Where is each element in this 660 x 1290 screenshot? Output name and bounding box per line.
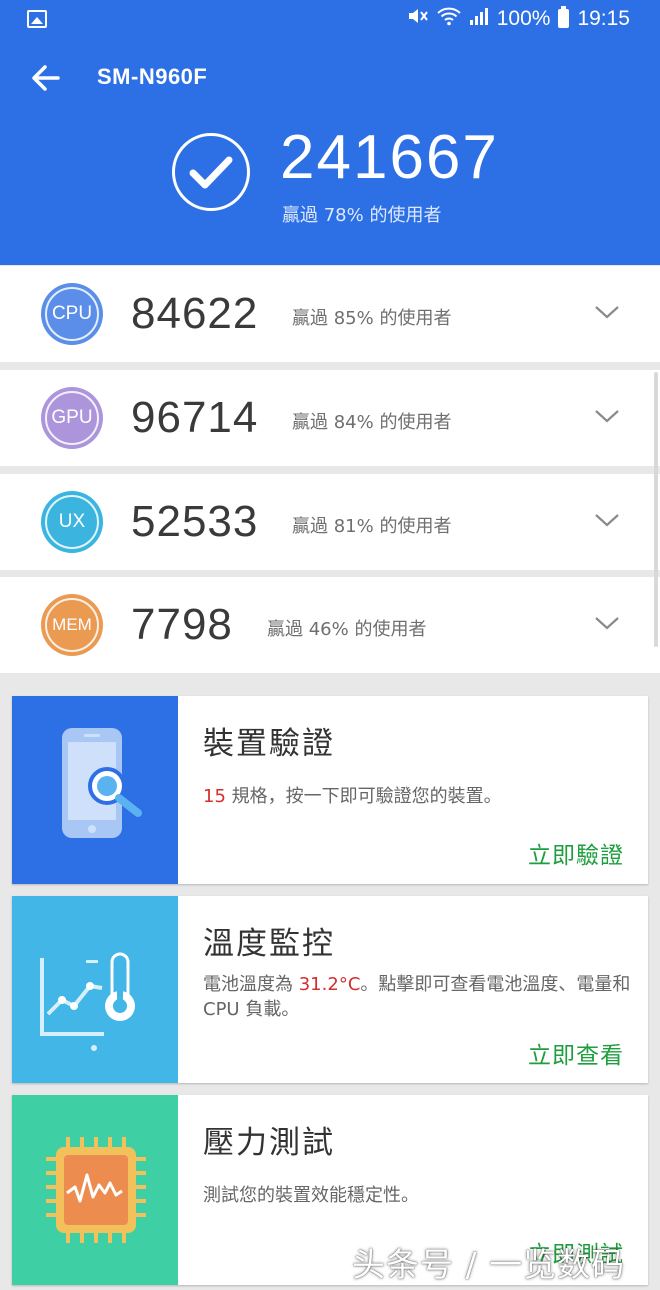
cpu-score: 84622 <box>131 289 259 338</box>
score-row-gpu[interactable]: GPU 96714 贏過 84% 的使用者 <box>0 370 660 466</box>
card-description: 電池溫度為 31.2°C。點擊即可查看電池溫度、電量和 CPU 負載。 <box>203 974 631 1020</box>
signal-icon <box>469 6 489 31</box>
verify-now-button[interactable]: 立即驗證 <box>528 836 624 870</box>
chevron-down-icon[interactable] <box>594 613 620 633</box>
chevron-down-icon[interactable] <box>594 302 620 322</box>
wifi-icon <box>437 6 461 31</box>
card-description: 測試您的裝置效能穩定性。 <box>203 1185 419 1206</box>
mute-icon <box>407 6 429 31</box>
device-verify-card[interactable]: 裝置驗證 15 規格，按一下即可驗證您的裝置。 立即驗證 <box>12 696 648 884</box>
watermark: 头条号 / 一览数码 <box>352 1245 626 1284</box>
card-title: 溫度監控 <box>203 926 335 962</box>
card-description: 15 規格，按一下即可驗證您的裝置。 <box>203 786 502 807</box>
battery-percent: 100% <box>496 6 551 30</box>
chevron-down-icon[interactable] <box>594 406 620 426</box>
status-bar: 100% 19:15 <box>0 0 660 40</box>
phone-search-icon <box>12 696 178 884</box>
cpu-percentile: 贏過 85% 的使用者 <box>292 308 452 329</box>
score-row-cpu[interactable]: CPU 84622 贏過 85% 的使用者 <box>0 266 660 362</box>
ux-percentile: 贏過 81% 的使用者 <box>292 516 452 537</box>
total-score-subtitle: 贏過 78% 的使用者 <box>282 205 442 226</box>
mem-percentile: 贏過 46% 的使用者 <box>267 619 427 640</box>
header: 100% 19:15 SM-N960F 241667 贏過 78% 的使用者 <box>0 0 660 265</box>
gallery-notification-icon <box>27 10 47 28</box>
score-row-mem[interactable]: MEM 7798 贏過 46% 的使用者 <box>0 577 660 673</box>
chevron-down-icon[interactable] <box>594 510 620 530</box>
chip-waveform-icon <box>12 1095 178 1285</box>
scrollbar[interactable] <box>654 372 658 647</box>
ux-badge: UX <box>41 491 103 553</box>
score-row-ux[interactable]: UX 52533 贏過 81% 的使用者 <box>0 474 660 570</box>
temperature-card[interactable]: 溫度監控 電池溫度為 31.2°C。點擊即可查看電池溫度、電量和 CPU 負載。… <box>12 896 648 1083</box>
mem-badge: MEM <box>41 594 103 656</box>
ux-score: 52533 <box>131 497 259 546</box>
gpu-badge: GPU <box>41 387 103 449</box>
battery-icon <box>558 6 570 28</box>
temperature-chart-icon <box>12 896 178 1083</box>
check-circle-icon <box>172 133 250 211</box>
back-arrow-icon[interactable] <box>28 60 64 96</box>
mem-score: 7798 <box>131 600 233 649</box>
view-now-button[interactable]: 立即查看 <box>528 1036 624 1070</box>
device-title: SM-N960F <box>97 64 208 89</box>
gpu-percentile: 贏過 84% 的使用者 <box>292 412 452 433</box>
total-score: 241667 <box>280 123 499 192</box>
gpu-score: 96714 <box>131 393 259 442</box>
card-title: 裝置驗證 <box>203 726 335 762</box>
card-title: 壓力測試 <box>203 1125 335 1161</box>
cpu-badge: CPU <box>41 283 103 345</box>
status-bar-right: 100% 19:15 <box>407 6 630 31</box>
clock: 19:15 <box>577 6 630 30</box>
